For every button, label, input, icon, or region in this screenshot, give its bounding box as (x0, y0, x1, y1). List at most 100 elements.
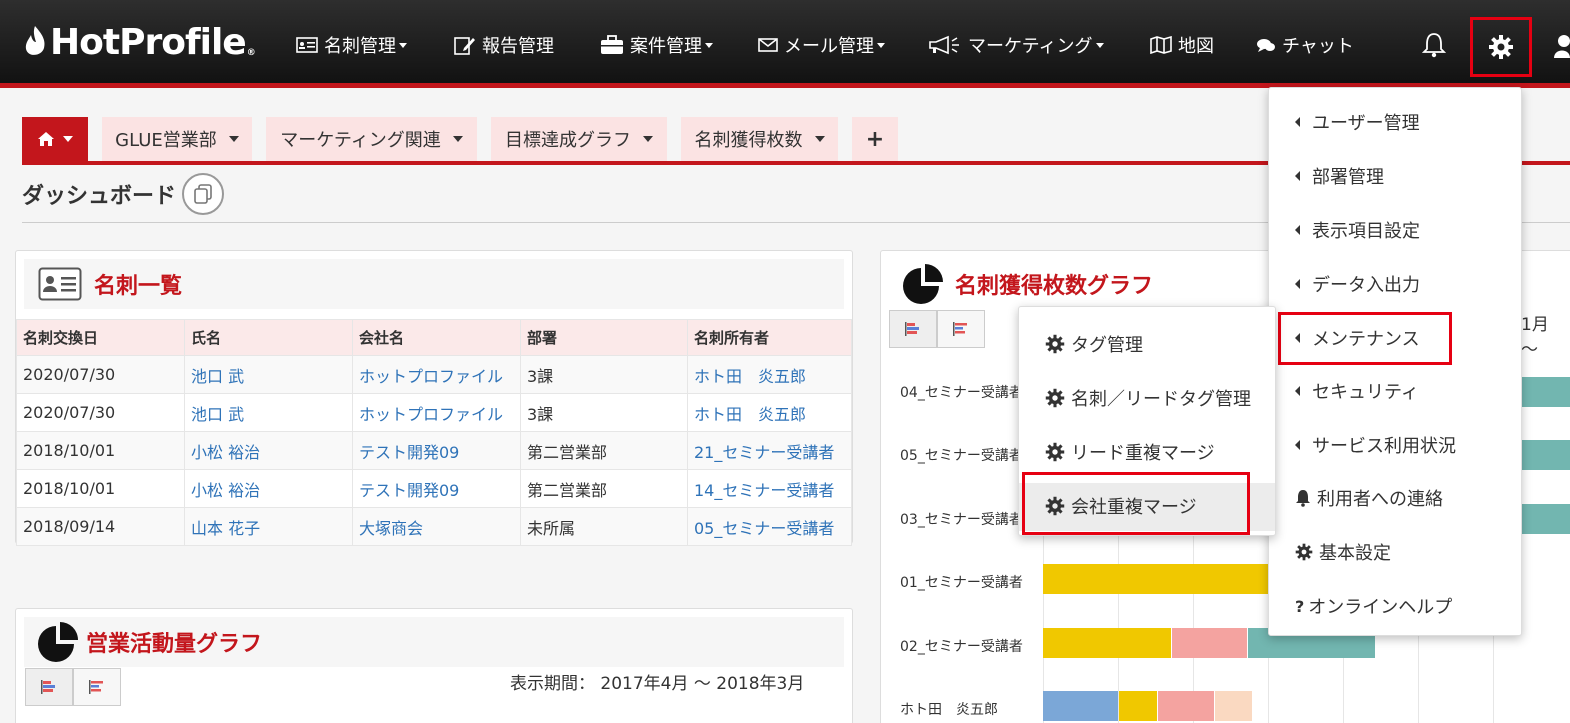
menu-item-data-io[interactable]: データ入出力 (1295, 272, 1420, 296)
tab-marketing[interactable]: マーケティング関連 (266, 117, 477, 161)
column-header[interactable]: 部署 (520, 319, 688, 356)
menu-item-lead-duplicate-merge[interactable]: リード重複マージ (1045, 439, 1215, 465)
bar-chart-alt-button[interactable] (937, 310, 985, 348)
user-icon (1554, 35, 1570, 58)
megaphone-icon (929, 35, 959, 55)
chart-bar-segment (1520, 503, 1570, 534)
nav-chat[interactable]: チャット (1256, 32, 1354, 58)
tab-label: 目標達成グラフ (505, 130, 631, 151)
chart-bar-segment (1520, 377, 1570, 407)
table-row: 2020/07/30 池口 武 ホットプロファイル 3課 ホト田 炎五郎 (16, 355, 852, 394)
cell-name-link[interactable]: 小松 裕治 (184, 431, 353, 470)
cell-company-link[interactable]: ホットプロファイル (352, 393, 521, 432)
briefcase-icon (601, 35, 623, 54)
tab-label: マーケティング関連 (280, 130, 441, 151)
tab-glue-sales[interactable]: GLUE営業部 (102, 117, 252, 161)
tab-goal-graph[interactable]: 目標達成グラフ (491, 117, 667, 161)
copy-dashboard-button[interactable] (182, 173, 224, 215)
menu-item-user-management[interactable]: ユーザー管理 (1295, 110, 1420, 134)
menu-item-label: 基本設定 (1319, 543, 1391, 564)
nav-label: マーケティング (968, 36, 1093, 57)
logo-text: HotProfile (50, 21, 247, 63)
category-label: 05_セミナー受講者 (900, 448, 1023, 465)
cell-company-link[interactable]: ホットプロファイル (352, 355, 521, 394)
menu-item-basic-settings[interactable]: 基本設定 (1295, 540, 1391, 564)
cell-name-link[interactable]: 池口 武 (184, 355, 353, 394)
menu-item-service-usage[interactable]: サービス利用状況 (1295, 433, 1456, 457)
menu-item-display-settings[interactable]: 表示項目設定 (1295, 218, 1420, 242)
bell-icon (1296, 490, 1310, 507)
period-value: 2017年4月 ～ 2018年3月 (600, 674, 805, 694)
menu-item-card-lead-tag-management[interactable]: 名刺／リードタグ管理 (1045, 385, 1251, 411)
column-header[interactable]: 名刺交換日 (16, 319, 185, 356)
business-card-icon (38, 267, 82, 301)
nav-card-management[interactable]: 名刺管理 (296, 32, 407, 58)
cell-name-link[interactable]: 小松 裕治 (184, 469, 353, 508)
column-header[interactable]: 会社名 (352, 319, 521, 356)
category-label: 02_セミナー受講者 (900, 638, 1023, 655)
cell-owner-link[interactable]: 05_セミナー受講者 (687, 507, 852, 546)
cell-department: 未所属 (520, 507, 688, 546)
menu-item-label: 利用者への連絡 (1317, 489, 1443, 510)
cell-company-link[interactable]: 大塚商会 (352, 507, 521, 546)
menu-item-security[interactable]: セキュリティ (1295, 379, 1419, 403)
table-row: 2018/10/01 小松 裕治 テスト開発09 第二営業部 21_セミナー受講… (16, 431, 852, 470)
cell-owner-link[interactable]: ホト田 炎五郎 (687, 393, 852, 432)
chart-bar-segment (1043, 691, 1118, 721)
pie-chart-icon (38, 622, 78, 662)
menu-item-label: ユーザー管理 (1312, 113, 1420, 134)
chart-type-toggle (889, 310, 985, 348)
category-label: 03_セミナー受講者 (900, 511, 1023, 528)
cell-owner-link[interactable]: 14_セミナー受講者 (687, 469, 852, 508)
add-tab-button[interactable]: + (852, 117, 898, 161)
nav-mail-management[interactable]: メール管理 (758, 32, 885, 58)
nav-deal-management[interactable]: 案件管理 (600, 32, 713, 58)
menu-item-label: セキュリティ (1312, 382, 1419, 403)
mail-icon (758, 38, 778, 52)
column-header[interactable]: 名刺所有者 (687, 319, 852, 356)
menu-item-online-help[interactable]: ? オンラインヘルプ (1295, 594, 1453, 619)
highlight-company-merge (1022, 472, 1250, 535)
chevron-down-icon (228, 136, 239, 142)
cell-name-link[interactable]: 池口 武 (184, 393, 353, 432)
user-menu-button[interactable] (1550, 34, 1570, 62)
category-label: 04_セミナー受講者 (900, 385, 1023, 401)
category-label: ホト田 炎五郎 (900, 702, 998, 718)
chevron-down-icon (1095, 42, 1104, 48)
menu-item-user-notice[interactable]: 利用者への連絡 (1295, 486, 1443, 510)
cell-company-link[interactable]: テスト開発09 (352, 431, 521, 470)
map-icon (1150, 36, 1172, 54)
cell-date: 2018/10/01 (16, 431, 185, 470)
bar-chart-button[interactable] (889, 310, 937, 348)
nav-report-management[interactable]: 報告管理 (454, 32, 554, 58)
caret-left-icon (1295, 225, 1300, 235)
report-edit-icon (454, 37, 475, 55)
cell-name-link[interactable]: 山本 花子 (184, 507, 353, 546)
menu-item-department-management[interactable]: 部署管理 (1295, 164, 1384, 188)
cell-owner-link[interactable]: ホト田 炎五郎 (687, 355, 852, 394)
bar-chart-alt-button[interactable] (73, 668, 121, 706)
flame-icon (25, 26, 45, 55)
tab-home[interactable] (22, 117, 88, 161)
menu-item-tag-management[interactable]: タグ管理 (1045, 331, 1143, 357)
cell-department: 3課 (520, 393, 688, 432)
nav-map[interactable]: 地図 (1150, 32, 1214, 58)
nav-marketing[interactable]: マーケティング (928, 32, 1104, 58)
notification-button[interactable] (1421, 32, 1447, 62)
column-header[interactable]: 氏名 (184, 319, 353, 356)
nav-label: メール管理 (784, 36, 874, 57)
chevron-down-icon (63, 136, 73, 142)
bar-chart-button[interactable] (25, 668, 73, 706)
caret-left-icon (1295, 440, 1300, 450)
menu-item-label: オンラインヘルプ (1308, 597, 1453, 618)
nav-label: 報告管理 (482, 36, 554, 57)
cell-owner-link[interactable]: 21_セミナー受講者 (687, 431, 852, 470)
cell-company-link[interactable]: テスト開発09 (352, 469, 521, 508)
chart-bar-segment (1171, 627, 1247, 658)
settings-button[interactable] (1470, 17, 1532, 77)
tab-card-count[interactable]: 名刺獲得枚数 (681, 117, 838, 161)
menu-item-label: サービス利用状況 (1312, 436, 1456, 457)
gear-icon (1489, 35, 1513, 59)
chat-icon (1257, 39, 1275, 52)
hotprofile-logo[interactable]: HotProfile ® (22, 20, 256, 64)
